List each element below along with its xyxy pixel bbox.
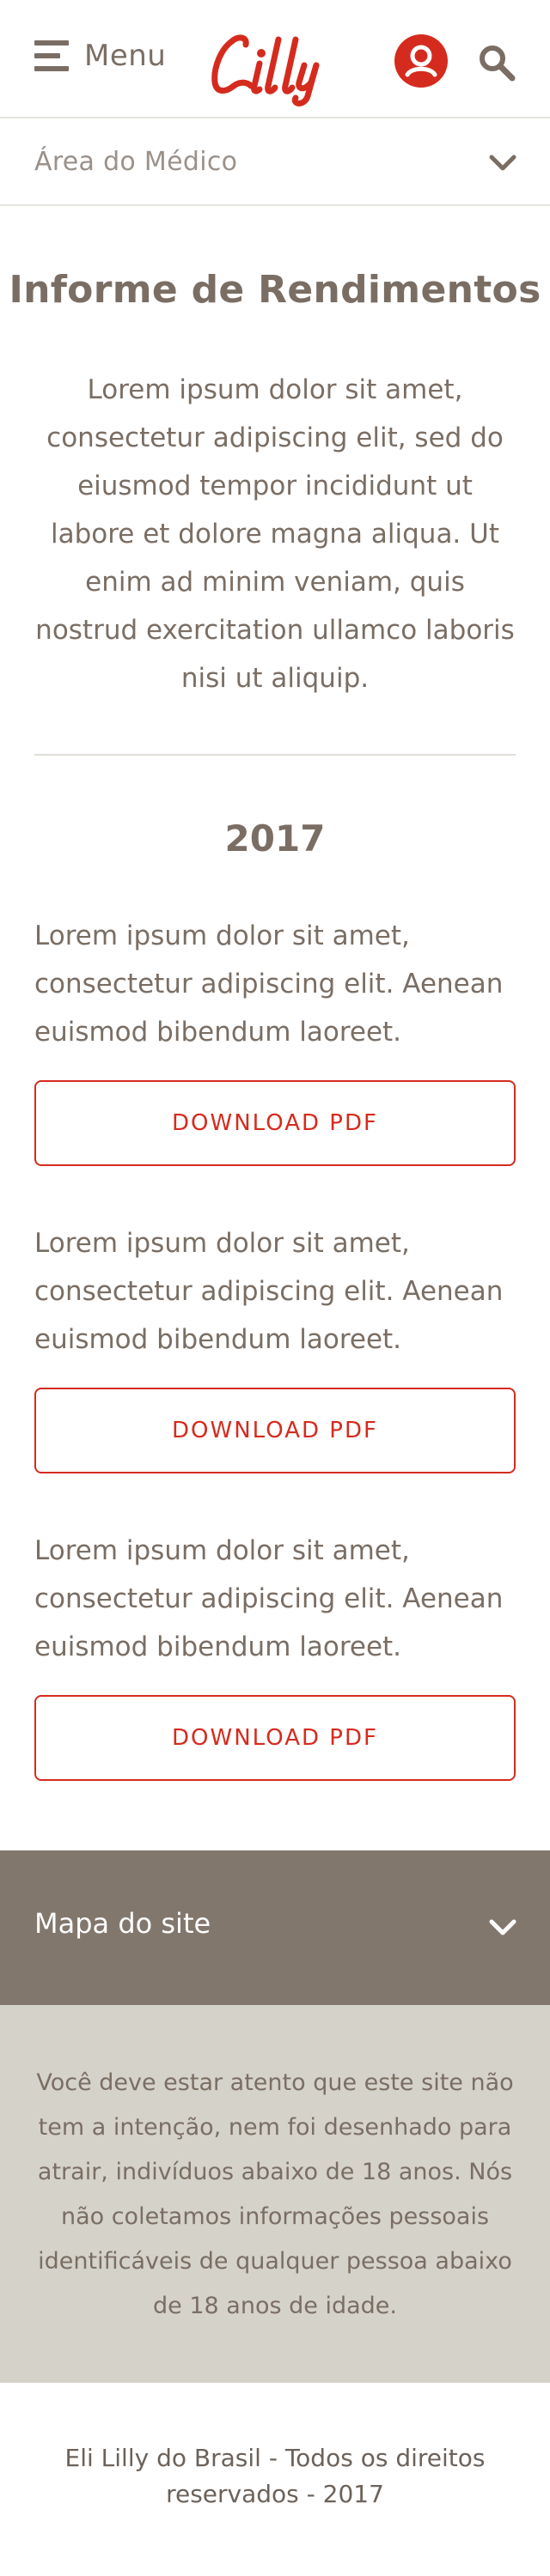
menu-button[interactable]: Menu bbox=[34, 39, 166, 73]
sitemap-label: Mapa do site bbox=[34, 1907, 211, 1940]
download-pdf-button[interactable]: DOWNLOAD PDF bbox=[34, 1388, 516, 1473]
disclaimer-box: Você deve estar atento que este site não… bbox=[0, 2005, 550, 2383]
download-pdf-button[interactable]: DOWNLOAD PDF bbox=[34, 1080, 516, 1166]
lilly-logo[interactable] bbox=[203, 26, 349, 108]
page-title: Informe de Rendimentos bbox=[9, 268, 541, 312]
chevron-down-icon bbox=[489, 155, 516, 171]
report-description: Lorem ipsum dolor sit amet, consectetur … bbox=[34, 920, 504, 1048]
age-disclaimer-text: Você deve estar atento que este site não… bbox=[36, 2069, 514, 2319]
user-account-icon[interactable] bbox=[394, 34, 448, 88]
hamburger-menu-icon bbox=[34, 40, 69, 71]
area-selector-dropdown[interactable]: Área do Médico bbox=[0, 120, 550, 206]
sitemap-accordion[interactable]: Mapa do site bbox=[0, 1850, 550, 2005]
section-divider bbox=[34, 754, 516, 756]
site-header: Menu bbox=[0, 0, 550, 118]
year-heading: 2017 bbox=[224, 817, 326, 860]
report-description: Lorem ipsum dolor sit amet, consectetur … bbox=[34, 1228, 504, 1355]
report-description: Lorem ipsum dolor sit amet, consectetur … bbox=[34, 1535, 504, 1662]
area-selector-label: Área do Médico bbox=[34, 147, 238, 177]
chevron-down-icon bbox=[489, 1919, 516, 1935]
search-icon[interactable] bbox=[477, 43, 516, 82]
download-pdf-button[interactable]: DOWNLOAD PDF bbox=[34, 1695, 516, 1781]
menu-label: Menu bbox=[84, 39, 167, 73]
intro-text: Lorem ipsum dolor sit amet, consectetur … bbox=[35, 374, 515, 694]
copyright-text: Eli Lilly do Brasil - Todos os direitos … bbox=[64, 2444, 486, 2508]
